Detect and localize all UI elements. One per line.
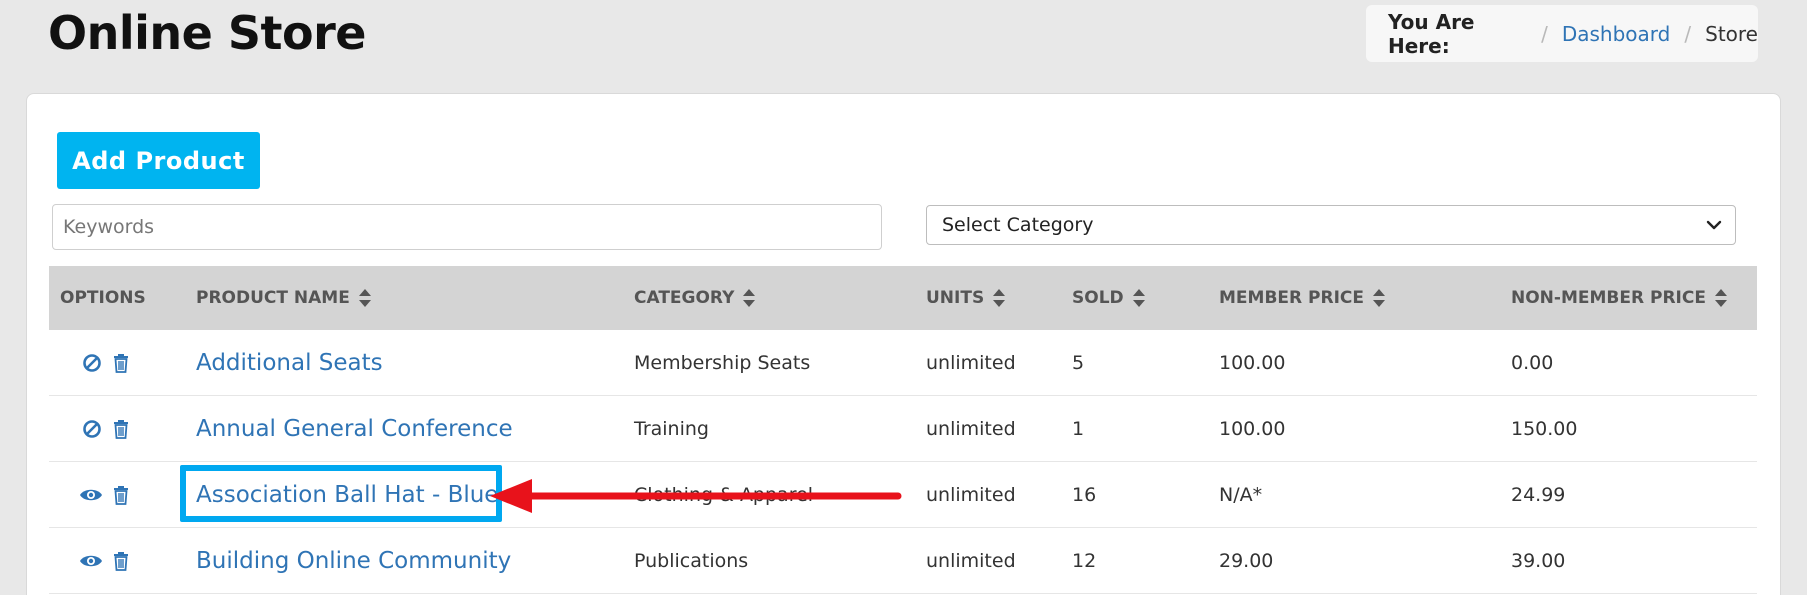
column-header-category[interactable]: CATEGORY <box>634 266 756 330</box>
column-header-product-name[interactable]: PRODUCT NAME <box>196 266 372 330</box>
category-cell: Training <box>634 418 709 440</box>
column-header-options: OPTIONS <box>60 288 146 308</box>
units-cell: unlimited <box>926 550 1016 572</box>
breadcrumb: You Are Here: / Dashboard / Store <box>1366 5 1758 62</box>
chevron-down-icon <box>1705 214 1723 241</box>
sort-icon <box>992 288 1006 308</box>
non-member-price-cell: 150.00 <box>1511 418 1578 440</box>
keywords-input[interactable] <box>52 204 882 250</box>
trash-icon[interactable] <box>112 551 130 576</box>
breadcrumb-dashboard-link[interactable]: Dashboard <box>1562 22 1671 46</box>
breadcrumb-label: You Are Here: <box>1388 9 1475 58</box>
sort-icon <box>1372 288 1386 308</box>
sort-icon <box>358 288 372 308</box>
breadcrumb-separator: / <box>1684 21 1692 46</box>
units-cell: unlimited <box>926 484 1016 506</box>
trash-icon[interactable] <box>112 485 130 510</box>
units-cell: unlimited <box>926 352 1016 374</box>
table-row: Additional Seats Membership Seats unlimi… <box>49 330 1757 396</box>
category-select-value: Select Category <box>942 214 1094 236</box>
member-price-cell: 100.00 <box>1219 418 1286 440</box>
table-row: Building Online Community Publications u… <box>49 528 1757 594</box>
annotation-arrow-icon <box>488 475 902 522</box>
category-cell: Publications <box>634 550 749 572</box>
product-name-link[interactable]: Building Online Community <box>196 528 511 594</box>
sold-cell: 1 <box>1072 418 1085 440</box>
product-name-link[interactable]: Additional Seats <box>196 330 383 396</box>
table-header: OPTIONS PRODUCT NAME CATEGORY UNITS SOLD… <box>49 266 1757 330</box>
member-price-cell: 100.00 <box>1219 352 1286 374</box>
trash-icon[interactable] <box>112 353 130 378</box>
product-name-link[interactable]: Annual General Conference <box>196 396 513 462</box>
sort-icon <box>1714 288 1728 308</box>
sold-cell: 5 <box>1072 352 1085 374</box>
non-member-price-cell: 39.00 <box>1511 550 1566 572</box>
add-product-button[interactable]: Add Product <box>57 132 260 189</box>
page-title: Online Store <box>48 6 366 60</box>
column-header-non-member-price[interactable]: NON-MEMBER PRICE <box>1511 266 1728 330</box>
trash-icon[interactable] <box>112 419 130 444</box>
member-price-cell: 29.00 <box>1219 550 1274 572</box>
units-cell: unlimited <box>926 418 1016 440</box>
category-select[interactable]: Select Category <box>926 205 1736 245</box>
non-member-price-cell: 24.99 <box>1511 484 1566 506</box>
eye-icon[interactable] <box>79 486 103 509</box>
column-header-units[interactable]: UNITS <box>926 266 1006 330</box>
member-price-cell: N/A* <box>1219 484 1263 506</box>
breadcrumb-current: Store <box>1705 21 1758 46</box>
breadcrumb-separator: / <box>1541 21 1548 46</box>
non-member-price-cell: 0.00 <box>1511 352 1554 374</box>
sort-icon <box>742 288 756 308</box>
disabled-icon[interactable] <box>82 353 102 378</box>
sort-icon <box>1132 288 1146 308</box>
category-cell: Membership Seats <box>634 352 811 374</box>
eye-icon[interactable] <box>79 552 103 575</box>
column-header-member-price[interactable]: MEMBER PRICE <box>1219 266 1386 330</box>
table-row: Annual General Conference Training unlim… <box>49 396 1757 462</box>
sold-cell: 12 <box>1072 550 1097 572</box>
disabled-icon[interactable] <box>82 419 102 444</box>
column-header-sold[interactable]: SOLD <box>1072 266 1146 330</box>
sold-cell: 16 <box>1072 484 1097 506</box>
annotation-highlight-box <box>180 465 502 522</box>
